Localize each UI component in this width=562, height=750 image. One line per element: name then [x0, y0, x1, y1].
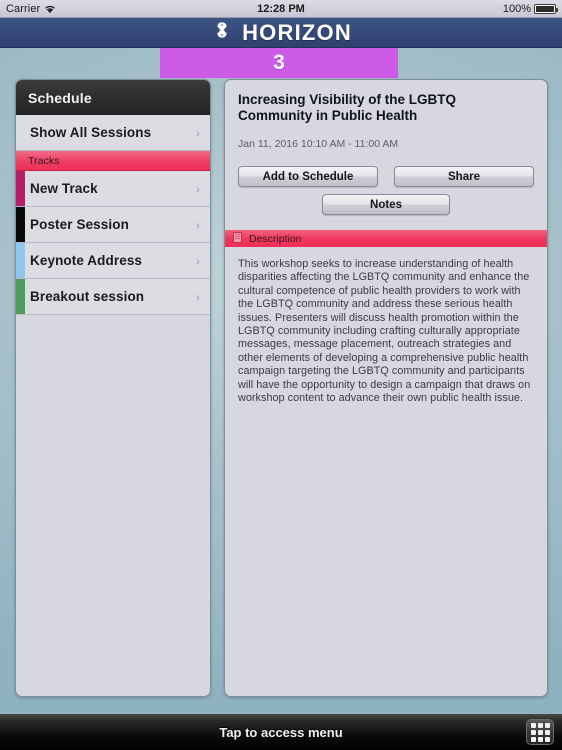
description-section-label: Description [249, 232, 302, 245]
battery-full-icon [534, 3, 558, 14]
session-title: Increasing Visibility of the LGBTQ Commu… [238, 92, 457, 123]
track-color-bar [16, 243, 25, 278]
day-banner: 3 [160, 48, 398, 78]
session-action-row-secondary: Notes [238, 194, 534, 215]
sidebar-item-label: Keynote Address [30, 253, 143, 268]
description-section-header: Description [225, 229, 547, 247]
bottom-menu-bar[interactable]: Tap to access menu [0, 714, 562, 750]
schedule-sidebar-panel: Schedule Show All Sessions › Tracks New … [15, 79, 211, 697]
chevron-right-icon: › [195, 289, 200, 304]
share-button[interactable]: Share [394, 166, 534, 187]
app-title-bar: HORIZON [0, 18, 562, 48]
status-bar-right: 100% [502, 2, 558, 15]
sidebar-item-poster-session[interactable]: Poster Session › [16, 207, 210, 243]
sidebar-item-new-track[interactable]: New Track › [16, 171, 210, 207]
sidebar-tracks-label: Tracks [28, 154, 60, 167]
sidebar-item-keynote-address[interactable]: Keynote Address › [16, 243, 210, 279]
notes-button[interactable]: Notes [322, 194, 450, 215]
sidebar-item-label: Breakout session [30, 289, 145, 304]
add-to-schedule-button[interactable]: Add to Schedule [238, 166, 378, 187]
chevron-right-icon: › [195, 217, 200, 232]
grid-menu-icon [530, 722, 550, 742]
horizon-loop-logo-icon [210, 19, 234, 46]
sidebar-header: Schedule [16, 80, 210, 115]
app-root: Carrier 12:28 PM 100% HORIZON 3 Schedule… [0, 0, 562, 750]
status-bar: Carrier 12:28 PM 100% [0, 0, 562, 18]
status-bar-time: 12:28 PM [257, 2, 305, 15]
track-color-bar [16, 171, 25, 206]
sidebar-item-label: Poster Session [30, 217, 129, 232]
track-color-bar [16, 279, 25, 314]
grid-menu-button[interactable] [526, 719, 554, 745]
session-datetime: Jan 11, 2016 10:10 AM - 11:00 AM [238, 138, 399, 150]
sidebar-item-show-all-sessions[interactable]: Show All Sessions › [16, 115, 210, 151]
note-document-icon [233, 230, 242, 248]
sidebar-header-title: Schedule [28, 89, 92, 106]
app-title: HORIZON [242, 19, 352, 45]
sidebar-item-breakout-session[interactable]: Breakout session › [16, 279, 210, 315]
chevron-right-icon: › [195, 125, 200, 140]
sidebar-list: Show All Sessions › Tracks New Track › P… [16, 115, 210, 315]
sidebar-item-label: New Track [30, 181, 98, 196]
sidebar-tracks-section-header: Tracks [16, 151, 210, 171]
battery-percent-label: 100% [502, 2, 531, 15]
session-action-row-primary: Add to Schedule Share [238, 166, 534, 187]
day-banner-number: 3 [273, 51, 285, 74]
sidebar-item-label: Show All Sessions [30, 125, 152, 140]
track-color-bar [16, 207, 25, 242]
session-detail-panel: Increasing Visibility of the LGBTQ Commu… [224, 79, 548, 697]
session-detail-header: Increasing Visibility of the LGBTQ Commu… [225, 80, 547, 229]
description-body-text: This workshop seeks to increase understa… [238, 258, 531, 405]
chevron-right-icon: › [195, 181, 200, 196]
bottom-menu-label: Tap to access menu [219, 724, 343, 740]
chevron-right-icon: › [195, 253, 200, 268]
